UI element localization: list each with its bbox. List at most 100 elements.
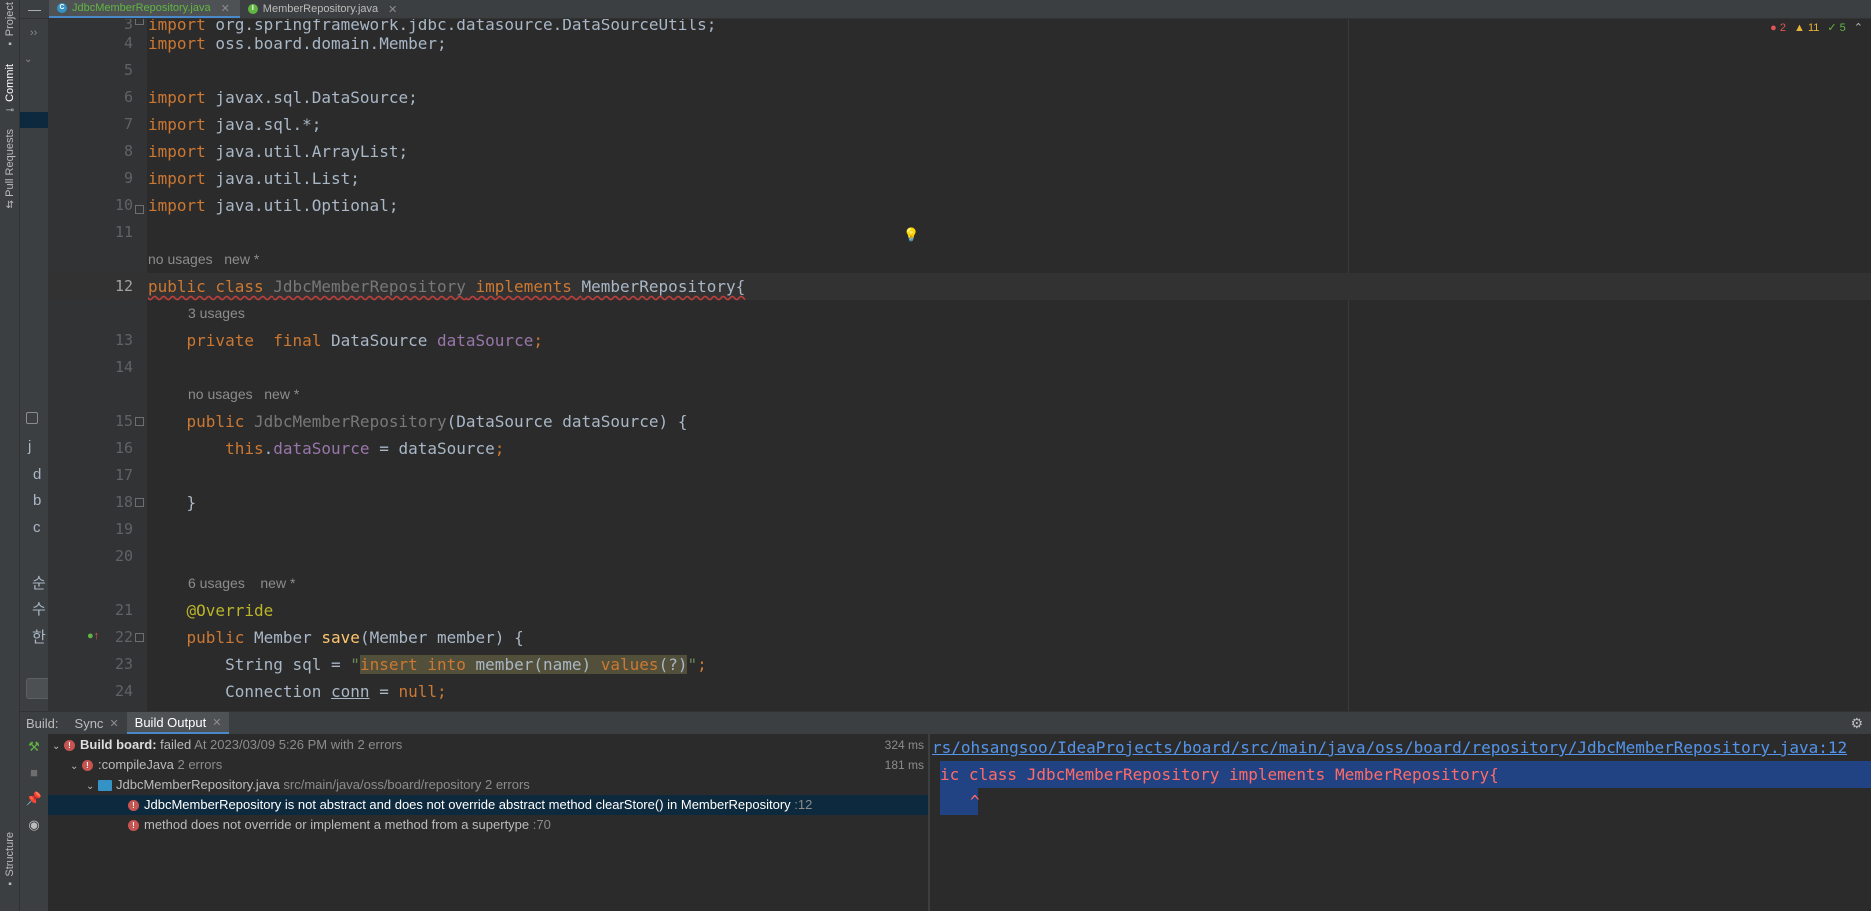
fold-marker-icon[interactable] (135, 417, 144, 426)
pull-requests-tab-label: Pull Requests (4, 129, 16, 197)
code-line: 17 (114, 466, 133, 484)
class-icon: C (57, 3, 67, 13)
code-line: 14 (114, 358, 133, 376)
folder-icon: ▪ (8, 39, 12, 51)
close-icon[interactable]: ✕ (212, 716, 221, 729)
code-line: 7 import java.sql.*; (123, 115, 322, 134)
close-icon[interactable]: ✕ (221, 2, 230, 15)
code-line: 9 import java.util.List; (123, 169, 360, 188)
code-vision-hint[interactable]: 3 usages (188, 300, 245, 327)
overrides-method-icon[interactable]: ●↑ (87, 630, 99, 642)
fold-marker-icon[interactable] (135, 633, 144, 642)
tree-row-error[interactable]: ! method does not override or implement a… (48, 815, 928, 835)
chevron-down-icon[interactable]: ⌄ (86, 777, 98, 797)
tab-label: MemberRepository.java (262, 3, 379, 15)
code-line: 21 @Override (114, 601, 274, 620)
code-vision-hint[interactable]: no usages new * (188, 381, 299, 408)
structure-icon: ▪ (8, 879, 12, 891)
side-panel-char: c (33, 519, 41, 536)
pull-requests-tool-tab[interactable]: Pull Requests ⇵ (0, 129, 20, 211)
commit-side-panel: ›› ⌄ j d b c 순 수 한 (20, 0, 49, 711)
project-tab-label: Project (4, 1, 16, 37)
chevron-down-icon[interactable]: ⌄ (70, 757, 82, 777)
error-icon: ! (64, 740, 75, 752)
compile-duration: 181 ms (884, 758, 924, 772)
code-line: 4 import oss.board.domain.Member; (123, 34, 447, 53)
tab-build-output[interactable]: Build Output ✕ (126, 712, 230, 734)
tab-member-repository[interactable]: I MemberRepository.java ✕ (240, 0, 408, 18)
commit-button[interactable] (26, 678, 48, 699)
side-panel-char: j (28, 438, 32, 455)
code-line: 18 } (114, 493, 197, 512)
code-line: 23 String sql = "insert into member(name… (114, 655, 707, 674)
structure-tool-tab[interactable]: Structure ▪ (0, 826, 20, 896)
error-icon: ! (128, 800, 139, 812)
code-line: 16 this.dataSource = dataSource; (114, 439, 505, 458)
build-title: Build: (26, 715, 59, 731)
code-line: 20 (114, 547, 133, 565)
commit-tab-label: Commit (4, 64, 16, 102)
editor-tab-bar: — C JdbcMemberRepository.java ✕ I Member… (20, 0, 1871, 19)
code-line: 19 (114, 520, 133, 538)
error-file-link[interactable]: rs/ohsangsoo/IdeaProjects/board/src/main… (932, 734, 1871, 761)
build-tree[interactable]: ⌄! Build board: failed At 2023/03/09 5:26… (48, 734, 928, 911)
side-panel-char: d (33, 466, 42, 483)
code-editor[interactable]: ● 2 ▲ 11 ✓ 5 ⌃ 3 import org.springframew… (49, 19, 1871, 711)
fold-marker-icon[interactable] (135, 205, 144, 214)
code-line: 10 import java.util.Optional; (114, 196, 399, 215)
structure-tab-label: Structure (4, 831, 16, 877)
code-vision-hint[interactable]: 6 usages new * (188, 570, 295, 597)
fold-marker-icon[interactable] (135, 498, 144, 507)
interface-icon: I (247, 4, 258, 14)
rebuild-icon[interactable]: ⚒ (20, 734, 48, 760)
stop-icon[interactable]: ■ (20, 760, 48, 786)
code-line-current: 12 public class JdbcMemberRepository imp… (49, 273, 1871, 300)
expand-chevron-icon[interactable]: ›› (30, 27, 37, 39)
tree-row-build[interactable]: ⌄! Build board: failed At 2023/03/09 5:26… (48, 735, 928, 755)
error-icon: ! (82, 760, 93, 772)
code-line: 24 Connection conn = null; (114, 682, 447, 701)
tab-jdbc-member-repository[interactable]: C JdbcMemberRepository.java ✕ (49, 0, 240, 18)
error-bulb-icon[interactable]: 💡 (903, 227, 919, 243)
tree-row-error[interactable]: ! JdbcMemberRepository is not abstract an… (48, 795, 928, 815)
code-line: 11 (114, 223, 133, 241)
close-icon[interactable]: ✕ (109, 717, 118, 730)
java-file-icon (98, 780, 112, 792)
code-vision-hint[interactable]: no usages new * (148, 246, 259, 273)
side-panel-char: 수 (32, 601, 46, 618)
collapse-arrow-icon[interactable]: ⌄ (24, 54, 32, 65)
pin-icon[interactable]: 📌 (20, 786, 48, 812)
error-icon: ! (128, 820, 139, 832)
build-console[interactable]: rs/ohsangsoo/IdeaProjects/board/src/main… (930, 734, 1871, 911)
build-duration: 324 ms (884, 738, 924, 752)
code-line: 8 import java.util.ArrayList; (123, 142, 409, 161)
build-header: Build: Sync ✕ Build Output ✕ ⚙ (20, 712, 1871, 734)
fold-marker-icon[interactable] (135, 19, 144, 25)
code-line: 6 import javax.sql.DataSource; (123, 88, 418, 107)
code-line: 5 (123, 61, 133, 79)
tab-sync[interactable]: Sync ✕ (67, 712, 127, 734)
error-code-line: ic class JdbcMemberRepository implements… (940, 761, 1871, 788)
gear-icon[interactable]: ⚙ (1850, 715, 1863, 732)
build-tool-window: Build: Sync ✕ Build Output ✕ ⚙ ⚒ ■ 📌 ◉ ⌄! B… (20, 711, 1871, 911)
tree-row-file[interactable]: ⌄ JdbcMemberRepository.java src/main/java… (48, 775, 928, 795)
code-line: 13 private final DataSource dataSource; (114, 331, 543, 350)
close-icon[interactable]: ✕ (388, 3, 397, 16)
pull-request-icon: ⇵ (5, 199, 15, 211)
selected-changelist-row[interactable] (20, 112, 48, 128)
amend-checkbox[interactable] (26, 412, 38, 424)
chevron-down-icon[interactable]: ⌄ (52, 737, 64, 757)
build-toolbar: ⚒ ■ 📌 ◉ (20, 734, 48, 911)
code-line: 15 public JdbcMemberRepository(DataSourc… (114, 412, 688, 431)
minimize-icon[interactable]: — (20, 0, 49, 18)
left-tool-strip: Project ▪ Commit ⊸ Pull Requests ⇵ Struc… (0, 0, 20, 911)
side-panel-char: b (33, 492, 42, 509)
code-line: 22 public Member save(Member member) { (114, 628, 524, 647)
eye-icon[interactable]: ◉ (20, 812, 48, 838)
commit-icon: ⊸ (5, 104, 15, 116)
tab-label: JdbcMemberRepository.java (72, 2, 211, 14)
commit-tool-tab[interactable]: Commit ⊸ (0, 64, 20, 116)
tree-row-compile[interactable]: ⌄!:compileJava 2 errors 181 ms (48, 755, 928, 775)
project-tool-tab[interactable]: Project ▪ (0, 2, 20, 50)
side-panel-char: 순 (32, 575, 46, 592)
